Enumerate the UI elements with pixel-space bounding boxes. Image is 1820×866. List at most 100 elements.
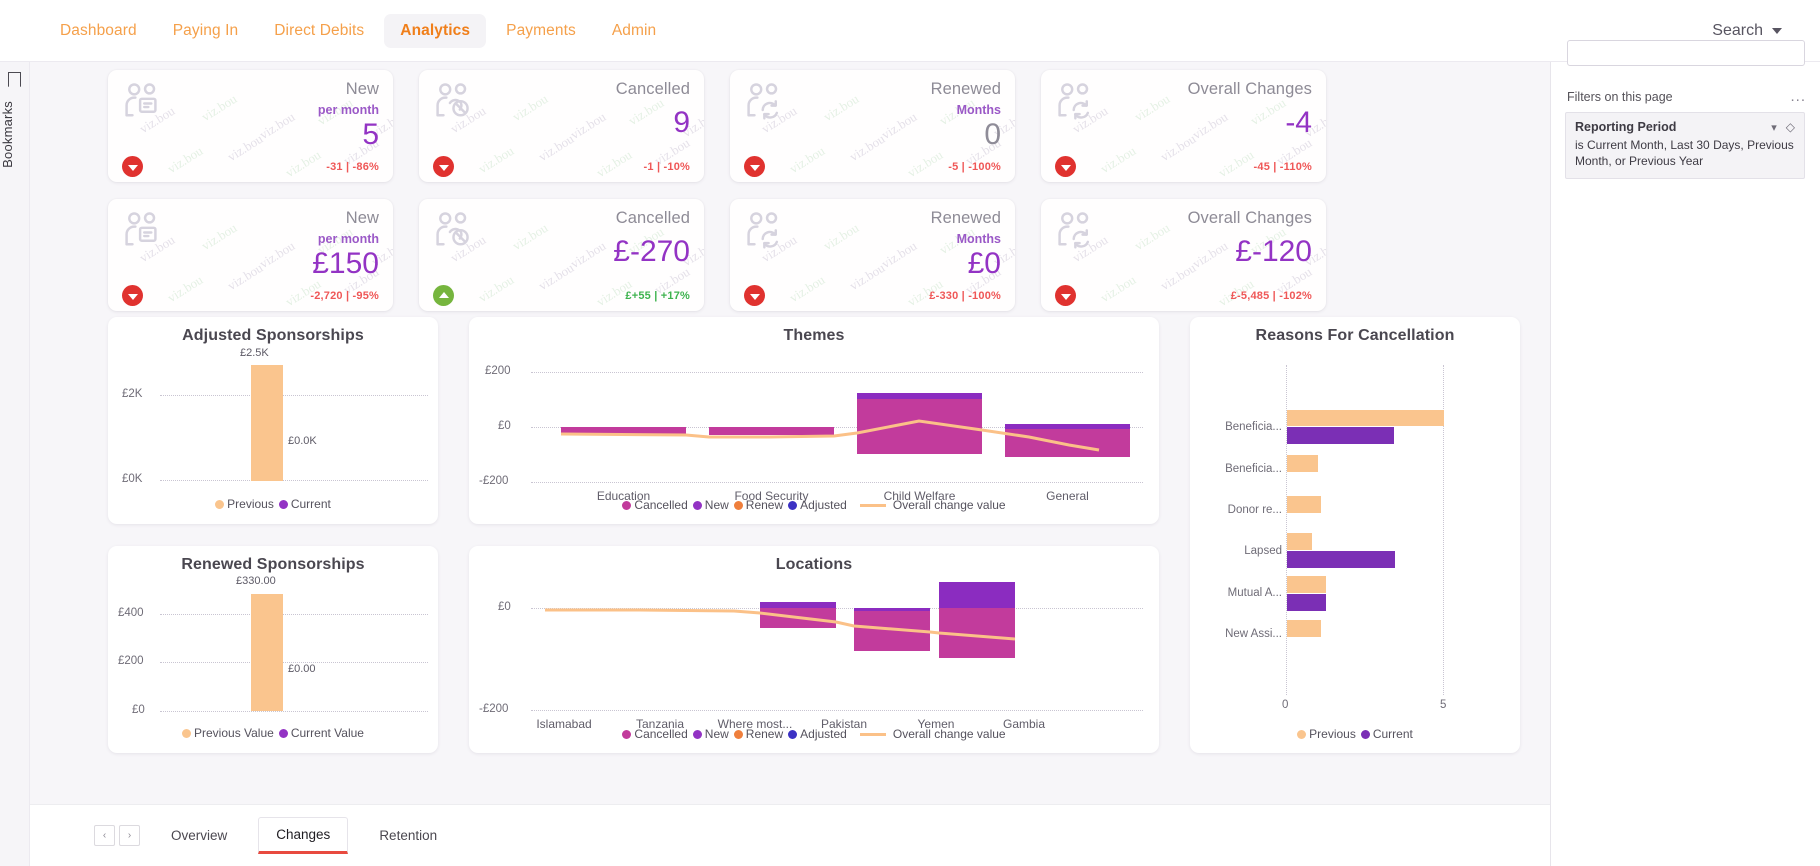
bar-previous[interactable] [1287, 620, 1321, 637]
kpi-delta: £-5,485 | -102% [1230, 290, 1312, 302]
bar-previous-value[interactable] [251, 594, 283, 711]
chart-locations[interactable]: Locations £0 -£200 Islamabad Tanzania Wh… [469, 546, 1159, 753]
ribbon-cancelled[interactable] [561, 427, 686, 434]
x-tick-label: 5 [1440, 699, 1447, 711]
clear-filter-icon[interactable]: ◇ [1786, 120, 1795, 134]
ribbon-new[interactable] [939, 582, 1015, 608]
legend-item-cancelled[interactable]: Cancelled [622, 727, 688, 741]
nav-item-payments[interactable]: Payments [490, 14, 592, 48]
y-category-label: New Assi... [1225, 628, 1282, 640]
nav-item-direct-debits[interactable]: Direct Debits [258, 14, 380, 48]
legend-item-current-value[interactable]: Current Value [278, 726, 364, 740]
filters-more-options-icon[interactable]: ... [1790, 88, 1806, 105]
report-canvas: viz.bou viz.bou viz.bou viz.bou viz.bou viz.b… [30, 62, 1550, 804]
y-category-label: Beneficia... [1225, 421, 1282, 433]
kpi-title: Overall Changes [1187, 80, 1312, 98]
kpi-card-new-amount[interactable]: viz.bou viz.bou viz.bou viz.bou viz.bou viz.b… [108, 199, 393, 311]
ribbon-cancelled[interactable] [939, 608, 1015, 658]
kpi-title: New [345, 209, 379, 227]
bar-previous[interactable] [1287, 410, 1444, 426]
filter-card-body: is Current Month, Last 30 Days, Previous… [1575, 138, 1794, 169]
gridline [160, 711, 428, 712]
page-tab-bar: ‹ › Overview Changes Retention [30, 804, 1550, 866]
kpi-card-renewed-amount[interactable]: viz.bou viz.bou viz.bou viz.bou viz.bou viz.b… [730, 199, 1015, 311]
legend-label: Cancelled [634, 498, 688, 512]
kpi-subtitle: Months [956, 103, 1001, 117]
prev-page-button[interactable]: ‹ [94, 825, 115, 846]
trend-up-icon [433, 285, 454, 306]
chevron-down-icon[interactable]: ▾ [1771, 121, 1777, 134]
legend-item-current[interactable]: Current [278, 497, 331, 511]
bookmarks-rail[interactable]: Bookmarks [0, 62, 30, 866]
chevron-down-icon [1772, 27, 1782, 34]
kpi-subtitle: per month [317, 232, 379, 246]
kpi-card-overall-changes-amount[interactable]: viz.bou viz.bou viz.bou viz.bou viz.bou viz.b… [1041, 199, 1326, 311]
ribbon-cancelled[interactable] [709, 427, 834, 435]
legend-item-new[interactable]: New [692, 498, 729, 512]
kpi-value: £-120 [1235, 235, 1312, 268]
bar-current[interactable] [1287, 594, 1326, 611]
legend-item-overall-change-value[interactable]: Overall change value [859, 498, 1006, 512]
legend-item-overall-change-value[interactable]: Overall change value [859, 727, 1006, 741]
kpi-card-new-count[interactable]: viz.bou viz.bou viz.bou viz.bou viz.bou viz.b… [108, 70, 393, 182]
bar-previous[interactable] [1287, 533, 1312, 550]
tab-overview[interactable]: Overview [154, 819, 244, 852]
chart-themes[interactable]: Themes £200 £0 -£200 Education Food Secu… [469, 317, 1159, 524]
legend-item-renew[interactable]: Renew [733, 727, 783, 741]
filters-search-input[interactable] [1567, 40, 1805, 66]
bar-current[interactable] [1287, 427, 1394, 444]
kpi-card-overall-changes-count[interactable]: viz.bou viz.bou viz.bou viz.bou viz.bou viz.b… [1041, 70, 1326, 182]
gridline [531, 608, 1143, 609]
tab-retention[interactable]: Retention [362, 819, 454, 852]
new-sponsor-icon [122, 80, 170, 120]
filters-header-label: Filters on this page [1567, 89, 1673, 104]
y-tick-label: £0 [498, 601, 511, 613]
kpi-value: £-270 [613, 235, 690, 268]
legend-item-previous-value[interactable]: Previous Value [182, 726, 274, 740]
legend-item-cancelled[interactable]: Cancelled [622, 498, 688, 512]
kpi-value: 9 [673, 106, 690, 139]
legend-label: Overall change value [892, 498, 1006, 512]
top-navigation-bar: Dashboard Paying In Direct Debits Analyt… [0, 0, 1820, 62]
filter-card-reporting-period[interactable]: Reporting Period ▾ ◇ is Current Month, L… [1565, 112, 1805, 180]
legend-item-adjusted[interactable]: Adjusted [788, 727, 847, 741]
nav-item-dashboard[interactable]: Dashboard [44, 14, 153, 48]
legend-item-current[interactable]: Current [1360, 727, 1413, 741]
data-label-previous: £2.5K [240, 347, 269, 359]
data-label-current: £0.0K [288, 435, 317, 447]
kpi-card-cancelled-count[interactable]: viz.bou viz.bou viz.bou viz.bou viz.bou viz.b… [419, 70, 704, 182]
chart-adjusted-sponsorships[interactable]: Adjusted Sponsorships £2K £0K £2.5K £0.0… [108, 317, 438, 524]
nav-item-analytics[interactable]: Analytics [384, 13, 487, 48]
ribbon-cancelled[interactable] [854, 611, 930, 651]
legend-item-adjusted[interactable]: Adjusted [788, 498, 847, 512]
bar-previous[interactable] [1287, 576, 1326, 593]
next-page-button[interactable]: › [119, 825, 140, 846]
ribbon-cancelled[interactable] [857, 399, 982, 454]
search-control[interactable]: Search [1712, 22, 1782, 40]
legend-item-previous[interactable]: Previous [1297, 727, 1356, 741]
bar-previous[interactable] [1287, 496, 1321, 513]
ribbon-cancelled[interactable] [1005, 429, 1130, 457]
y-category-label: Donor re... [1227, 504, 1282, 516]
chart-renewed-sponsorships[interactable]: Renewed Sponsorships £400 £200 £0 £330.0… [108, 546, 438, 753]
kpi-delta: £-330 | -100% [929, 290, 1001, 302]
bar-previous[interactable] [1287, 455, 1318, 472]
nav-item-paying-in[interactable]: Paying In [157, 14, 255, 48]
y-tick-label: -£200 [479, 475, 509, 487]
chart-reasons-for-cancellation[interactable]: Reasons For Cancellation Beneficia... Be… [1190, 317, 1520, 753]
bar-previous[interactable] [251, 365, 283, 481]
legend-item-previous[interactable]: Previous [215, 497, 274, 511]
kpi-title: Renewed [930, 80, 1001, 98]
legend-item-new[interactable]: New [692, 727, 729, 741]
ribbon-cancelled[interactable] [760, 608, 836, 628]
legend-item-renew[interactable]: Renew [733, 498, 783, 512]
kpi-card-renewed-count[interactable]: viz.bou viz.bou viz.bou viz.bou viz.bou viz.b… [730, 70, 1015, 182]
kpi-value: 5 [362, 118, 379, 151]
y-tick-label: £0 [132, 704, 145, 716]
kpi-delta: -1 | -10% [643, 161, 690, 173]
tab-changes[interactable]: Changes [258, 817, 349, 854]
bar-current[interactable] [1287, 551, 1395, 568]
kpi-card-cancelled-amount[interactable]: viz.bou viz.bou viz.bou viz.bou viz.bou viz.b… [419, 199, 704, 311]
nav-item-admin[interactable]: Admin [596, 14, 672, 48]
nav-items: Dashboard Paying In Direct Debits Analyt… [44, 13, 672, 48]
